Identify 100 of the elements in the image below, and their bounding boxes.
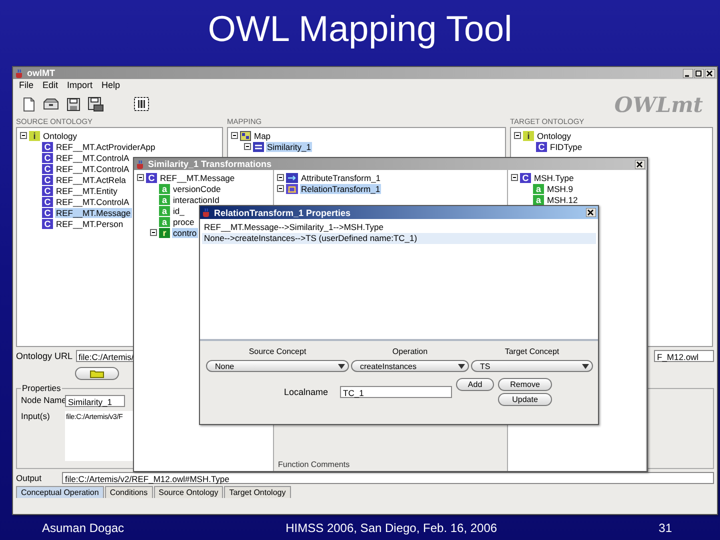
tree-item[interactable]: REF__MT.Message [55,208,132,218]
folder-icon [90,368,104,378]
class-icon: C [520,172,531,182]
menu-item[interactable]: Edit [42,80,58,90]
expand-toggle[interactable] [277,185,284,192]
tab[interactable]: Source Ontology [154,486,224,498]
attribute-icon: a [159,206,170,216]
tree-item[interactable]: RelationTransform_1 [300,184,382,194]
tree-item[interactable]: Similarity_1 [266,142,312,152]
tree-item[interactable]: versionCode [172,184,222,194]
maximize-button[interactable] [694,68,704,78]
tab[interactable]: Target Ontology [224,486,291,498]
tree-item[interactable]: REF__MT.ActRela [55,174,127,184]
tree-item[interactable]: MSH.9 [546,184,574,194]
map-icon [240,130,251,140]
menu-item[interactable]: File [19,80,34,90]
class-icon: C [42,164,53,174]
field-label: Target Concept [504,347,560,358]
tree-item[interactable]: FIDType [549,142,584,152]
relation-icon: r [159,228,170,238]
new-file-icon[interactable] [23,96,35,112]
field-label: Operation [391,347,429,358]
attribute-icon: a [533,184,544,194]
equals-icon [253,142,264,152]
window-title: Similarity_1 Transformations [148,159,273,169]
add-button[interactable]: Add [456,378,494,391]
update-button[interactable]: Update [498,393,552,406]
tree-item[interactable]: AttributeTransform_1 [300,172,382,182]
window-title: owlMT [27,68,56,78]
output-field[interactable]: file:C:/Artemis/v2/REF_M12.owl#MSH.Type [62,472,714,484]
localname-field[interactable]: TC_1 [340,386,452,398]
class-icon: C [42,142,53,152]
list-item[interactable]: REF__MT.Message-->Similarity_1-->MSH.Type [202,222,596,233]
class-icon: C [42,218,53,228]
save-all-icon[interactable] [88,96,104,112]
cup-icon [136,160,145,168]
open-button[interactable] [75,366,119,380]
close-button[interactable] [635,160,645,168]
expand-toggle[interactable] [137,174,144,181]
field-label: Node Name [21,395,63,405]
class-icon: C [42,208,53,218]
tree-item[interactable]: REF__MT.ActProviderApp [55,142,156,152]
class-icon: C [42,174,53,184]
tree-item[interactable]: Ontology [536,130,572,140]
tree-item[interactable]: REF__MT.ControlA [55,196,130,206]
tree-item[interactable]: Ontology [42,130,78,140]
expand-toggle[interactable] [20,132,27,139]
dropdown-value: TS [480,362,490,370]
url-field[interactable]: F_M12.owl [654,350,714,362]
tree-item[interactable]: id_ [172,206,186,216]
window-title: RelationTransform_1 Properties [214,208,352,218]
class-icon: C [536,142,547,152]
attribute-icon: a [533,194,544,204]
menu-item[interactable]: Help [102,80,120,90]
menu-item[interactable]: Import [67,80,93,90]
attribute-icon: a [159,184,170,194]
tree-item[interactable]: REF__MT.ControlA [55,164,130,174]
class-icon: C [42,196,53,206]
cup-icon [15,68,24,78]
close-button[interactable] [586,208,596,217]
tree-item[interactable]: REF__MT.Entity [55,186,118,196]
field-label: Localname [284,387,328,397]
tab[interactable]: Conditions [104,486,153,498]
tree-item[interactable]: REF__MT.Person [55,218,124,228]
caret-icon [458,364,465,368]
tree-item[interactable]: contro [172,228,198,238]
dropdown-value: None [215,362,234,370]
tree-item[interactable]: interactionId [172,194,220,204]
slide-title: OWL Mapping Tool [206,7,514,51]
close-button[interactable] [705,68,715,78]
save-icon[interactable] [67,98,80,110]
tree-item[interactable]: proce [172,216,196,226]
expand-toggle[interactable] [514,132,521,139]
minimize-button[interactable] [683,68,693,78]
tree-item[interactable]: REF__MT.Message [159,172,236,182]
expand-toggle[interactable] [511,174,518,181]
remove-button[interactable]: Remove [498,378,552,391]
grid-icon[interactable] [134,97,149,111]
tree-item[interactable]: Map [253,130,272,140]
class-icon: C [42,186,53,196]
node-name-field[interactable]: Similarity_1 [65,395,125,407]
expand-toggle[interactable] [231,132,238,139]
dropdown[interactable]: createInstances [351,360,469,372]
expand-toggle[interactable] [277,174,284,181]
expand-toggle[interactable] [244,143,251,150]
url-field[interactable]: file:C:/Artemis/ [76,350,136,362]
dropdown[interactable]: TS [471,360,593,372]
ontology-icon: i [29,130,40,140]
tab[interactable]: Conceptual Operation [16,486,104,498]
expand-toggle[interactable] [150,229,157,236]
group-title: Properties [21,383,62,393]
list-item[interactable]: None-->createInstances-->TS (userDefined name:TC_1) [202,233,596,244]
drawer-icon[interactable] [43,98,59,110]
cup-icon [202,208,211,217]
tree-item[interactable]: MSH.Type [533,172,575,182]
tree-item[interactable]: MSH.12 [546,194,579,204]
class-icon: C [42,152,53,162]
tree-item[interactable]: REF__MT.ControlA [55,152,130,162]
field-label: Source Concept [248,347,308,358]
dropdown[interactable]: None [206,360,349,372]
